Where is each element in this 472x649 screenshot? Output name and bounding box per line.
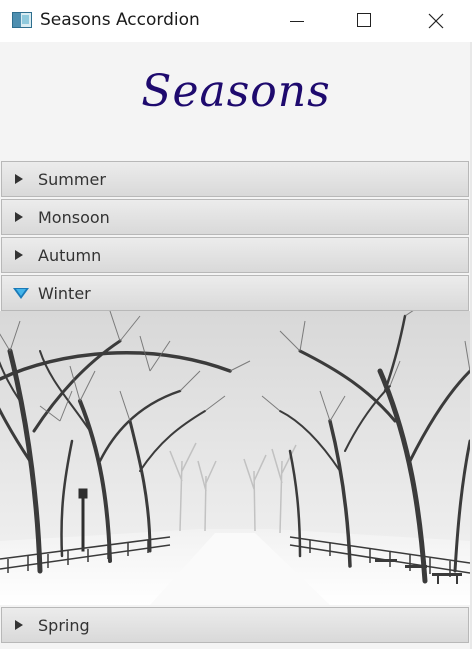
- chevron-right-icon: [15, 620, 23, 630]
- pane-label-summer: Summer: [38, 170, 106, 189]
- chevron-right-icon: [15, 174, 23, 184]
- chevron-right-icon: [15, 250, 23, 260]
- accordion-pane-winter[interactable]: Winter: [1, 275, 469, 311]
- header: Seasons: [0, 42, 472, 160]
- window-title: Seasons Accordion: [40, 10, 200, 30]
- app-window: Seasons Accordion Seasons Summer Monsoon…: [0, 0, 472, 649]
- winter-image: [0, 311, 470, 605]
- page-title: Seasons: [141, 66, 331, 117]
- chevron-down-icon: [13, 288, 29, 299]
- close-button[interactable]: [413, 0, 459, 42]
- pane-label-spring: Spring: [38, 616, 90, 635]
- snowy-park-illustration: [0, 311, 470, 605]
- close-icon: [428, 13, 444, 29]
- pane-label-winter: Winter: [38, 284, 91, 303]
- title-bar[interactable]: Seasons Accordion: [0, 0, 472, 42]
- accordion-pane-summer[interactable]: Summer: [1, 161, 469, 197]
- maximize-button[interactable]: [341, 0, 387, 42]
- app-icon: [12, 12, 32, 28]
- accordion-pane-autumn[interactable]: Autumn: [1, 237, 469, 273]
- chevron-right-icon: [15, 212, 23, 222]
- pane-label-autumn: Autumn: [38, 246, 102, 265]
- accordion-pane-monsoon[interactable]: Monsoon: [1, 199, 469, 235]
- accordion-pane-spring[interactable]: Spring: [1, 607, 469, 643]
- pane-label-monsoon: Monsoon: [38, 208, 110, 227]
- minimize-button[interactable]: [274, 0, 320, 42]
